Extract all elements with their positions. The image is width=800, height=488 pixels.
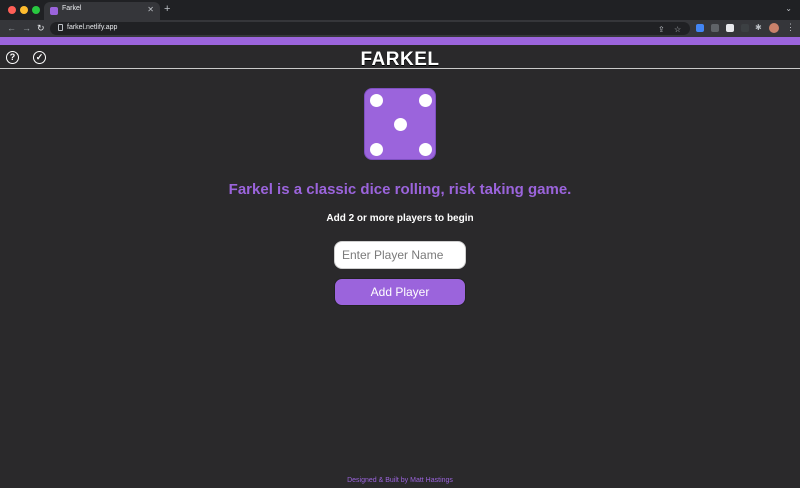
bookmark-star-icon[interactable]: ☆	[674, 25, 681, 35]
die-pip	[394, 118, 407, 131]
die-pip	[419, 94, 432, 107]
window-maximize-button[interactable]	[32, 6, 40, 14]
die-pip	[370, 143, 383, 156]
tagline: Farkel is a classic dice rolling, risk t…	[228, 181, 572, 198]
app-accent-bar	[0, 37, 800, 45]
add-player-button[interactable]: Add Player	[334, 278, 466, 306]
forward-arrow-icon[interactable]: →	[22, 23, 31, 33]
profile-avatar[interactable]	[769, 23, 779, 33]
address-bar[interactable]: farkel.netlify.app ⇪ ☆	[50, 22, 690, 35]
extension-drive-icon[interactable]	[696, 24, 704, 32]
window-minimize-button[interactable]	[20, 6, 28, 14]
favicon-icon	[50, 7, 58, 15]
extensions-puzzle-icon[interactable]: ✱	[755, 23, 762, 33]
tab-search-chevron-icon[interactable]: ⌄	[785, 4, 792, 13]
footer-credit[interactable]: Designed & Built by Matt Hastings	[0, 477, 800, 484]
page-title: FARKEL	[360, 49, 440, 70]
die-pip	[370, 94, 383, 107]
player-name-input[interactable]	[334, 241, 466, 269]
new-tab-button[interactable]: +	[164, 3, 170, 15]
window-close-button[interactable]	[8, 6, 16, 14]
browser-tab[interactable]: Farkel ✕	[44, 2, 160, 20]
extension-dark-icon[interactable]	[741, 24, 749, 32]
lock-icon	[58, 24, 63, 31]
die-pip	[419, 143, 432, 156]
browser-menu-icon[interactable]: ⋮	[786, 22, 795, 33]
extension-check-icon[interactable]	[726, 24, 734, 32]
die-five-icon	[364, 88, 436, 160]
extension-dropbox-icon[interactable]	[711, 24, 719, 32]
url-text: farkel.netlify.app	[67, 24, 118, 31]
tab-title: Farkel	[62, 5, 82, 12]
back-arrow-icon[interactable]: ←	[7, 23, 16, 33]
share-icon[interactable]: ⇪	[658, 25, 665, 35]
tab-close-icon[interactable]: ✕	[147, 5, 154, 14]
browser-toolbar: ← → ↻ farkel.netlify.app ⇪ ☆ ✱ ⋮	[0, 20, 800, 37]
app-header: ? ✓ FARKEL	[0, 45, 800, 70]
browser-tabbar: Farkel ✕ + ⌄	[0, 0, 800, 20]
reload-icon[interactable]: ↻	[37, 23, 45, 33]
instruction-text: Add 2 or more players to begin	[326, 213, 474, 224]
